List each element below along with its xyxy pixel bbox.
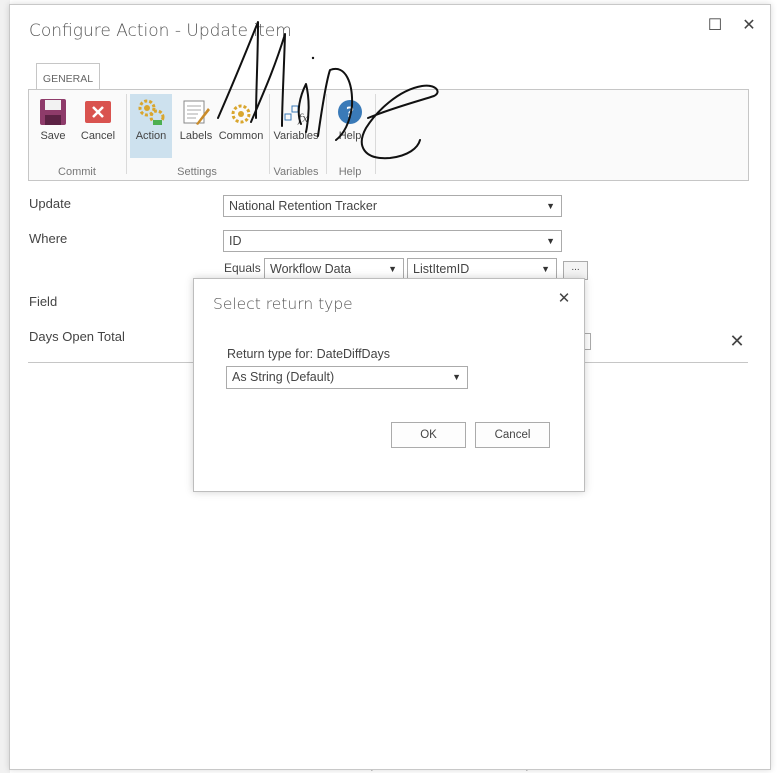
- cancel-label: Cancel: [80, 130, 116, 142]
- help-button[interactable]: ? Help: [331, 94, 369, 158]
- chevron-down-icon: ▼: [546, 201, 555, 211]
- dialog-title: Configure Action - Update item: [29, 21, 292, 41]
- chevron-down-icon: ▼: [541, 264, 550, 274]
- return-type-dialog-title: Select return type: [213, 295, 353, 313]
- equals-field-value: ListItemID: [413, 262, 470, 276]
- group-label-settings: Settings: [177, 166, 217, 178]
- group-label-commit: Commit: [58, 166, 96, 178]
- maximize-button[interactable]: ☐: [704, 15, 726, 37]
- action-label: Action: [135, 130, 167, 142]
- equals-label: Equals: [224, 261, 261, 275]
- remove-field-button[interactable]: ✕: [726, 330, 748, 352]
- field-label: Field: [29, 294, 58, 309]
- equals-field-select[interactable]: ListItemID ▼: [407, 258, 557, 280]
- variables-button[interactable]: fx Variables: [273, 94, 319, 158]
- help-label: Help: [338, 130, 362, 142]
- save-button[interactable]: Save: [35, 94, 71, 158]
- return-type-value: As String (Default): [232, 370, 335, 384]
- common-gear-icon: [231, 104, 251, 124]
- chevron-down-icon: ▼: [388, 264, 397, 274]
- ok-button[interactable]: OK: [391, 422, 466, 448]
- group-separator: [375, 94, 376, 174]
- return-type-select[interactable]: As String (Default) ▼: [226, 366, 468, 389]
- cancel-icon: [85, 101, 111, 123]
- save-label: Save: [40, 130, 66, 142]
- svg-text:?: ?: [346, 105, 354, 121]
- chevron-down-icon: ▼: [452, 372, 461, 382]
- close-button[interactable]: ✕: [738, 15, 760, 37]
- update-list-select[interactable]: National Retention Tracker ▼: [223, 195, 562, 217]
- labels-label: Labels: [179, 130, 213, 142]
- update-list-value: National Retention Tracker: [229, 199, 377, 213]
- group-separator: [326, 94, 327, 174]
- save-icon: [40, 99, 66, 125]
- variables-label: Variables: [273, 130, 319, 142]
- update-label: Update: [29, 196, 71, 211]
- where-field-select[interactable]: ID ▼: [223, 230, 562, 252]
- common-button[interactable]: Common: [218, 94, 264, 158]
- group-label-variables: Variables: [273, 166, 319, 178]
- ribbon: Save Cancel Action Labels Common fx Vari…: [28, 89, 749, 181]
- chevron-down-icon: ▼: [546, 236, 555, 246]
- equals-source-select[interactable]: Workflow Data ▼: [264, 258, 404, 280]
- group-separator: [126, 94, 127, 174]
- where-label: Where: [29, 231, 68, 246]
- labels-icon: [183, 100, 210, 125]
- return-type-prompt: Return type for: DateDiffDays: [227, 347, 391, 361]
- cancel-ribbon-button[interactable]: Cancel: [77, 94, 119, 158]
- group-separator: [269, 94, 270, 174]
- svg-text:fx: fx: [297, 112, 309, 125]
- tab-general[interactable]: GENERAL: [36, 63, 100, 91]
- equals-source-value: Workflow Data: [270, 262, 352, 276]
- where-field-value: ID: [229, 234, 242, 248]
- help-icon: ?: [338, 100, 362, 124]
- labels-button[interactable]: Labels: [176, 94, 216, 158]
- select-return-type-dialog: Select return type ✕ Return type for: Da…: [193, 278, 585, 492]
- days-open-total-label: Days Open Total: [29, 329, 125, 344]
- action-gears-icon: [138, 99, 165, 125]
- cancel-button[interactable]: Cancel: [475, 422, 550, 448]
- variables-icon: fx: [284, 105, 309, 125]
- common-label: Common: [218, 130, 264, 142]
- return-type-close-button[interactable]: ✕: [553, 288, 575, 310]
- action-button[interactable]: Action: [130, 94, 172, 158]
- group-label-help: Help: [338, 166, 362, 178]
